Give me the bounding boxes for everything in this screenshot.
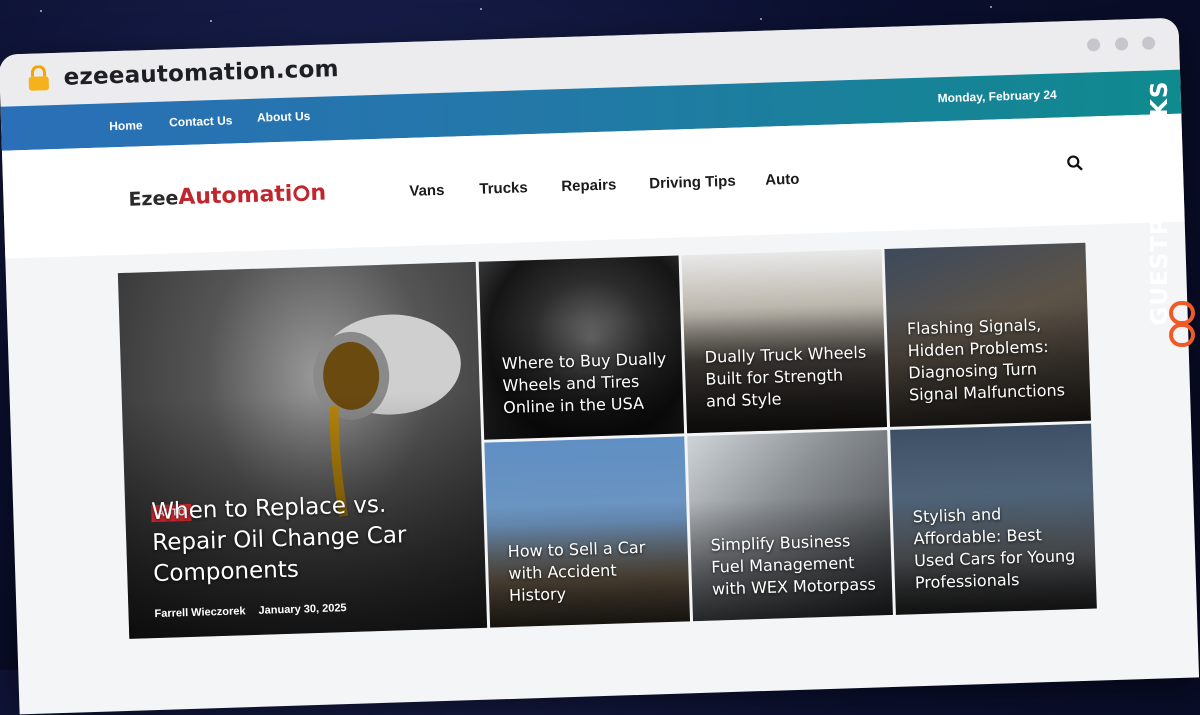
current-date: Monday, February 24 (937, 87, 1057, 106)
featured-card[interactable]: Simplify Business Fuel Management with W… (687, 430, 893, 622)
nav-auto[interactable]: Auto (765, 171, 800, 189)
topbar-link-about[interactable]: About Us (257, 109, 311, 125)
browser-window: ezeeautomation.com Home Contact Us About… (0, 17, 1200, 715)
featured-grid: AUTO When to Replace vs. Repair Oil Chan… (117, 242, 1097, 639)
nav-trucks[interactable]: Trucks (479, 179, 528, 198)
logo-text-automation: Automati (177, 181, 293, 211)
featured-main-title[interactable]: When to Replace vs. Repair Oil Change Ca… (151, 487, 466, 590)
featured-card[interactable]: How to Sell a Car with Accident History (484, 436, 691, 628)
card-title[interactable]: Dually Truck Wheels Built for Strength a… (704, 342, 872, 413)
watermark-text: GUESTPOSTLINKS (1147, 80, 1173, 326)
screenshot-frame: ezeeautomation.com Home Contact Us About… (0, 0, 1200, 715)
nav-vans[interactable]: Vans (409, 182, 445, 200)
card-title[interactable]: How to Sell a Car with Accident History (507, 536, 675, 607)
window-dot[interactable] (1141, 36, 1156, 50)
featured-card[interactable]: Stylish and Affordable: Best Used Cars f… (890, 423, 1097, 615)
logo-text-ezee: Ezee (128, 187, 179, 211)
site-logo[interactable]: EzeeAutomati n (128, 181, 326, 212)
link-icon (1169, 301, 1195, 347)
gear-icon (293, 185, 310, 202)
nav-repairs[interactable]: Repairs (561, 176, 617, 195)
featured-card[interactable]: Flashing Signals, Hidden Problems: Diagn… (884, 242, 1091, 427)
card-title[interactable]: Stylish and Affordable: Best Used Cars f… (913, 501, 1083, 594)
topbar-link-contact[interactable]: Contact Us (169, 113, 233, 129)
featured-card[interactable]: Where to Buy Dually Wheels and Tires Onl… (478, 255, 685, 440)
topbar-link-home[interactable]: Home (109, 118, 143, 133)
window-dot[interactable] (1087, 38, 1101, 52)
featured-card[interactable]: Dually Truck Wheels Built for Strength a… (681, 249, 888, 434)
search-icon[interactable] (1067, 155, 1083, 171)
featured-main-card[interactable]: AUTO When to Replace vs. Repair Oil Chan… (117, 261, 488, 639)
card-title[interactable]: Flashing Signals, Hidden Problems: Diagn… (907, 313, 1077, 406)
logo-text-end: n (309, 180, 327, 207)
nav-driving-tips[interactable]: Driving Tips (649, 173, 736, 193)
window-controls (1077, 36, 1156, 56)
card-title[interactable]: Where to Buy Dually Wheels and Tires Onl… (502, 348, 670, 419)
lock-icon (28, 65, 49, 91)
card-title[interactable]: Simplify Business Fuel Management with W… (710, 529, 878, 600)
window-dot[interactable] (1114, 37, 1128, 51)
url-text[interactable]: ezeeautomation.com (63, 56, 339, 91)
